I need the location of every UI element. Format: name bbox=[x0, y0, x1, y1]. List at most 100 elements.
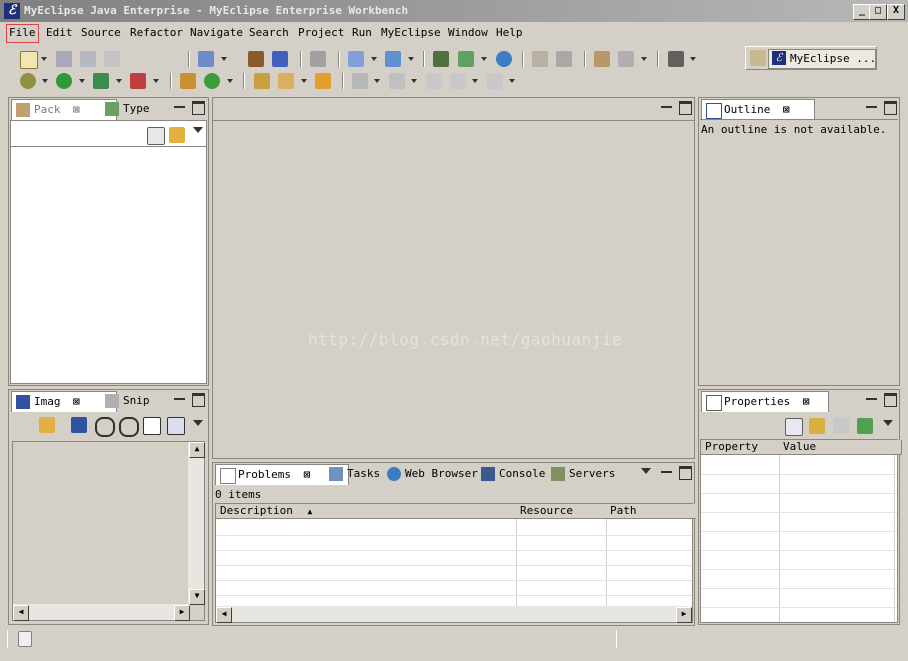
close-icon[interactable]: ⊠ bbox=[73, 392, 80, 412]
close-icon[interactable]: ⊠ bbox=[73, 100, 80, 120]
open-folder-icon[interactable] bbox=[254, 73, 270, 89]
scroll-right-icon[interactable]: ▶ bbox=[676, 607, 692, 623]
tab-servers[interactable]: Servers bbox=[547, 464, 637, 484]
link-icon[interactable] bbox=[39, 417, 55, 433]
perspective-myeclipse-button[interactable]: ℰ MyEclipse ... bbox=[768, 49, 876, 69]
fast-view-icon[interactable] bbox=[18, 631, 32, 647]
view-menu-icon[interactable] bbox=[883, 420, 893, 426]
column-path[interactable]: Path bbox=[606, 504, 696, 519]
refresh-icon[interactable] bbox=[556, 51, 572, 67]
menu-file[interactable]: File bbox=[6, 24, 39, 43]
menu-edit[interactable]: Edit bbox=[44, 24, 75, 41]
view-menu-icon[interactable] bbox=[641, 468, 651, 474]
menu-window[interactable]: Window bbox=[446, 24, 490, 41]
scroll-down-icon[interactable]: ▼ bbox=[189, 589, 205, 605]
pin-icon[interactable] bbox=[857, 418, 873, 434]
menu-navigate[interactable]: Navigate bbox=[188, 24, 245, 41]
open-perspective-icon[interactable] bbox=[594, 51, 610, 67]
settings-icon[interactable] bbox=[618, 51, 634, 67]
menu-help[interactable]: Help bbox=[494, 24, 525, 41]
tab-snippets[interactable]: Snip bbox=[101, 391, 181, 411]
last-edit-icon[interactable] bbox=[426, 73, 442, 89]
menu-run[interactable]: Run bbox=[350, 24, 374, 41]
new-icon[interactable] bbox=[20, 51, 38, 69]
tab-type-hierarchy[interactable]: Type bbox=[101, 99, 181, 119]
run-dropdown-icon[interactable] bbox=[79, 79, 85, 83]
menu-project[interactable]: Project bbox=[296, 24, 346, 41]
stop-dropdown-icon[interactable] bbox=[153, 79, 159, 83]
camera-icon[interactable] bbox=[668, 51, 684, 67]
column-value[interactable]: Value bbox=[779, 440, 902, 455]
close-icon[interactable]: ⊠ bbox=[304, 465, 311, 485]
maximize-icon[interactable] bbox=[679, 466, 692, 480]
maximize-icon[interactable] bbox=[884, 393, 897, 407]
show-categories-icon[interactable] bbox=[785, 418, 803, 436]
save-all-icon[interactable] bbox=[80, 51, 96, 67]
brush-dropdown-icon[interactable] bbox=[301, 79, 307, 83]
column-description[interactable]: Description ▲ bbox=[216, 504, 521, 519]
minimize-icon[interactable] bbox=[661, 102, 672, 108]
maximize-icon[interactable] bbox=[884, 101, 897, 115]
fit-window-icon[interactable] bbox=[167, 417, 185, 435]
maximize-button[interactable]: □ bbox=[869, 4, 887, 20]
next-annotation-icon[interactable] bbox=[352, 73, 368, 89]
print-icon[interactable] bbox=[104, 51, 120, 67]
globe-icon[interactable] bbox=[496, 51, 512, 67]
maximize-icon[interactable] bbox=[679, 101, 692, 115]
show-advanced-icon[interactable] bbox=[809, 418, 825, 434]
close-button[interactable]: X bbox=[887, 4, 905, 20]
menu-myeclipse[interactable]: MyEclipse bbox=[379, 24, 443, 41]
new-project-dropdown-icon[interactable] bbox=[221, 57, 227, 61]
column-resource[interactable]: Resource bbox=[516, 504, 611, 519]
team-icon[interactable] bbox=[433, 51, 449, 67]
back-icon[interactable] bbox=[450, 73, 466, 89]
horizontal-scrollbar[interactable]: ◀ ▶ bbox=[13, 604, 190, 621]
horizontal-scrollbar[interactable]: ◀ ▶ bbox=[216, 606, 692, 623]
debug-config-icon[interactable] bbox=[385, 51, 401, 67]
scroll-right-icon[interactable]: ▶ bbox=[174, 605, 190, 621]
sync-icon[interactable] bbox=[458, 51, 474, 67]
new-dropdown-icon[interactable] bbox=[41, 57, 47, 61]
search-folder-icon[interactable] bbox=[315, 73, 331, 89]
minimize-icon[interactable] bbox=[174, 394, 185, 400]
deploy-icon[interactable] bbox=[272, 51, 288, 67]
column-property[interactable]: Property bbox=[701, 440, 784, 455]
open-type-icon[interactable] bbox=[532, 51, 548, 67]
brush-icon[interactable] bbox=[278, 73, 294, 89]
scroll-up-icon[interactable]: ▲ bbox=[189, 442, 205, 458]
vertical-scrollbar[interactable]: ▲ ▼ bbox=[188, 442, 205, 605]
run-external-icon[interactable] bbox=[93, 73, 109, 89]
editor-area[interactable] bbox=[212, 97, 695, 459]
menu-refactor[interactable]: Refactor bbox=[128, 24, 185, 41]
minimize-icon[interactable] bbox=[866, 394, 877, 400]
restore-default-icon[interactable] bbox=[833, 418, 849, 434]
debug-icon[interactable] bbox=[20, 73, 36, 89]
tab-outline[interactable]: Outline ⊠ bbox=[701, 99, 815, 120]
collapse-all-icon[interactable] bbox=[147, 127, 165, 145]
forward-dropdown-icon[interactable] bbox=[509, 79, 515, 83]
run-config-dropdown-icon[interactable] bbox=[371, 57, 377, 61]
back-dropdown-icon[interactable] bbox=[472, 79, 478, 83]
new-java-icon[interactable] bbox=[204, 73, 220, 89]
run-external-dropdown-icon[interactable] bbox=[116, 79, 122, 83]
minimize-icon[interactable] bbox=[661, 467, 672, 473]
camera-dropdown-icon[interactable] bbox=[690, 57, 696, 61]
zoom-out-icon[interactable] bbox=[95, 417, 115, 437]
new-java-dropdown-icon[interactable] bbox=[227, 79, 233, 83]
next-annotation-dropdown-icon[interactable] bbox=[374, 79, 380, 83]
scroll-left-icon[interactable]: ◀ bbox=[13, 605, 29, 621]
link-editor-icon[interactable] bbox=[169, 127, 185, 143]
save-icon[interactable] bbox=[56, 51, 72, 67]
new-project-icon[interactable] bbox=[198, 51, 214, 67]
prev-annotation-icon[interactable] bbox=[389, 73, 405, 89]
zoom-in-icon[interactable] bbox=[119, 417, 139, 437]
debug-config-dropdown-icon[interactable] bbox=[408, 57, 414, 61]
run-config-icon[interactable] bbox=[348, 51, 364, 67]
tab-properties[interactable]: Properties ⊠ bbox=[701, 391, 829, 412]
prev-annotation-dropdown-icon[interactable] bbox=[411, 79, 417, 83]
debug-dropdown-icon[interactable] bbox=[42, 79, 48, 83]
scroll-left-icon[interactable]: ◀ bbox=[216, 607, 232, 623]
close-icon[interactable]: ⊠ bbox=[783, 100, 790, 120]
close-icon[interactable]: ⊠ bbox=[803, 392, 810, 412]
view-menu-icon[interactable] bbox=[193, 420, 203, 426]
